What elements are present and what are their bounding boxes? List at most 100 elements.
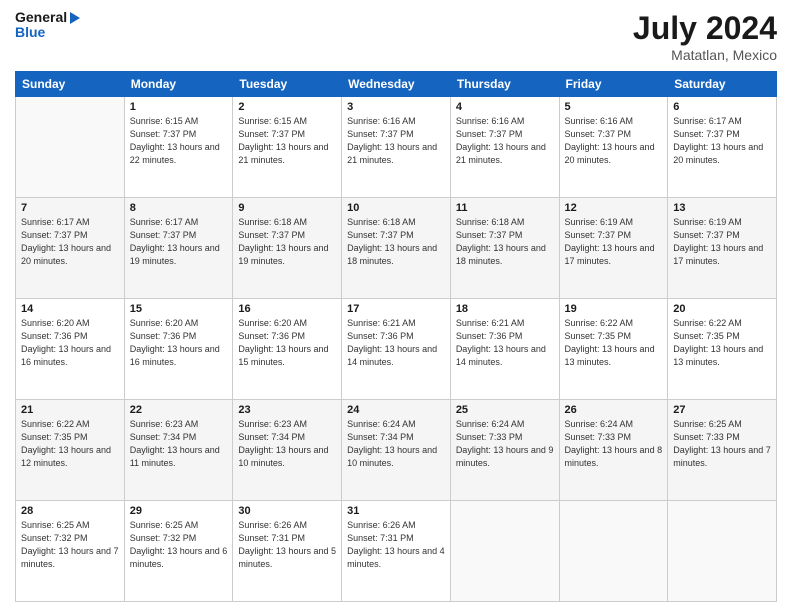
cell-info-line: Sunrise: 6:15 AM <box>238 115 336 128</box>
cell-info-line: Sunrise: 6:19 AM <box>673 216 771 229</box>
cell-info-line: Daylight: 13 hours and 22 minutes. <box>130 141 228 167</box>
day-number: 7 <box>21 202 119 214</box>
column-header-wednesday: Wednesday <box>342 72 451 97</box>
cell-info-line: Sunset: 7:37 PM <box>456 229 554 242</box>
header: General Blue July 2024 Matatlan, Mexico <box>15 10 777 63</box>
cell-info-line: Sunrise: 6:20 AM <box>238 317 336 330</box>
cell-info-line: Sunrise: 6:20 AM <box>130 317 228 330</box>
cell-info-line: Daylight: 13 hours and 20 minutes. <box>565 141 663 167</box>
cell-info-line: Sunrise: 6:23 AM <box>238 418 336 431</box>
calendar-cell: 9Sunrise: 6:18 AMSunset: 7:37 PMDaylight… <box>233 198 342 299</box>
calendar-cell: 8Sunrise: 6:17 AMSunset: 7:37 PMDaylight… <box>124 198 233 299</box>
cell-info-line: Daylight: 13 hours and 11 minutes. <box>130 444 228 470</box>
cell-info: Sunrise: 6:18 AMSunset: 7:37 PMDaylight:… <box>347 216 445 268</box>
cell-info-line: Sunset: 7:34 PM <box>130 431 228 444</box>
cell-info-line: Daylight: 13 hours and 20 minutes. <box>21 242 119 268</box>
cell-info-line: Daylight: 13 hours and 20 minutes. <box>673 141 771 167</box>
cell-info: Sunrise: 6:22 AMSunset: 7:35 PMDaylight:… <box>673 317 771 369</box>
cell-info-line: Sunset: 7:35 PM <box>673 330 771 343</box>
cell-info: Sunrise: 6:20 AMSunset: 7:36 PMDaylight:… <box>238 317 336 369</box>
day-number: 4 <box>456 101 554 113</box>
day-number: 8 <box>130 202 228 214</box>
cell-info-line: Sunrise: 6:21 AM <box>456 317 554 330</box>
day-number: 14 <box>21 303 119 315</box>
cell-info-line: Sunset: 7:37 PM <box>130 128 228 141</box>
sub-title: Matatlan, Mexico <box>633 47 777 63</box>
cell-info-line: Sunrise: 6:16 AM <box>565 115 663 128</box>
cell-info-line: Daylight: 13 hours and 10 minutes. <box>238 444 336 470</box>
cell-info-line: Daylight: 13 hours and 17 minutes. <box>565 242 663 268</box>
cell-info-line: Sunset: 7:31 PM <box>238 532 336 545</box>
calendar-week-row: 1Sunrise: 6:15 AMSunset: 7:37 PMDaylight… <box>16 97 777 198</box>
cell-info-line: Sunrise: 6:17 AM <box>21 216 119 229</box>
cell-info: Sunrise: 6:26 AMSunset: 7:31 PMDaylight:… <box>347 519 445 571</box>
cell-info-line: Sunset: 7:32 PM <box>130 532 228 545</box>
cell-info-line: Sunrise: 6:22 AM <box>565 317 663 330</box>
cell-info-line: Sunset: 7:37 PM <box>347 128 445 141</box>
cell-info-line: Sunset: 7:34 PM <box>347 431 445 444</box>
day-number: 24 <box>347 404 445 416</box>
cell-info-line: Sunrise: 6:17 AM <box>130 216 228 229</box>
calendar-cell: 20Sunrise: 6:22 AMSunset: 7:35 PMDayligh… <box>668 299 777 400</box>
cell-info-line: Daylight: 13 hours and 10 minutes. <box>347 444 445 470</box>
day-number: 3 <box>347 101 445 113</box>
cell-info-line: Sunrise: 6:25 AM <box>130 519 228 532</box>
calendar-cell: 17Sunrise: 6:21 AMSunset: 7:36 PMDayligh… <box>342 299 451 400</box>
calendar-cell: 29Sunrise: 6:25 AMSunset: 7:32 PMDayligh… <box>124 501 233 602</box>
cell-info: Sunrise: 6:20 AMSunset: 7:36 PMDaylight:… <box>130 317 228 369</box>
calendar-cell: 11Sunrise: 6:18 AMSunset: 7:37 PMDayligh… <box>450 198 559 299</box>
day-number: 18 <box>456 303 554 315</box>
calendar-cell: 4 Sunrise: 6:16 AMSunset: 7:37 PMDaylight… <box>450 97 559 198</box>
calendar-cell: 7 Sunrise: 6:17 AMSunset: 7:37 PMDaylight… <box>16 198 125 299</box>
cell-info: Sunrise: 6:15 AMSunset: 7:37 PMDaylight:… <box>130 115 228 167</box>
cell-info: Sunrise: 6:19 AMSunset: 7:37 PMDaylight:… <box>673 216 771 268</box>
calendar-week-row: 7Sunrise: 6:17 AMSunset: 7:37 PMDaylight… <box>16 198 777 299</box>
day-number: 26 <box>565 404 663 416</box>
page: General Blue July 2024 Matatlan, Mexico … <box>0 0 792 612</box>
cell-info-line: Sunrise: 6:22 AM <box>673 317 771 330</box>
column-header-friday: Friday <box>559 72 668 97</box>
cell-info-line: Daylight: 13 hours and 12 minutes. <box>21 444 119 470</box>
cell-info-line: Daylight: 13 hours and 14 minutes. <box>347 343 445 369</box>
logo-text: General Blue <box>15 10 80 41</box>
day-number: 31 <box>347 505 445 517</box>
cell-info-line: Daylight: 13 hours and 19 minutes. <box>238 242 336 268</box>
cell-info-line: Sunrise: 6:20 AM <box>21 317 119 330</box>
cell-info: Sunrise: 6:16 AMSunset: 7:37 PMDaylight:… <box>565 115 663 167</box>
calendar-cell: 26Sunrise: 6:24 AMSunset: 7:33 PMDayligh… <box>559 400 668 501</box>
cell-info: Sunrise: 6:16 AMSunset: 7:37 PMDaylight:… <box>456 115 554 167</box>
cell-info-line: Sunset: 7:37 PM <box>673 229 771 242</box>
cell-info-line: Sunrise: 6:24 AM <box>347 418 445 431</box>
calendar-cell: 18Sunrise: 6:21 AMSunset: 7:36 PMDayligh… <box>450 299 559 400</box>
calendar-cell <box>450 501 559 602</box>
cell-info-line: Sunrise: 6:23 AM <box>130 418 228 431</box>
cell-info: Sunrise: 6:17 AMSunset: 7:37 PMDaylight:… <box>21 216 119 268</box>
cell-info-line: Sunrise: 6:19 AM <box>565 216 663 229</box>
cell-info-line: Sunset: 7:33 PM <box>565 431 663 444</box>
cell-info-line: Sunset: 7:37 PM <box>456 128 554 141</box>
cell-info-line: Daylight: 13 hours and 13 minutes. <box>673 343 771 369</box>
calendar-cell: 3Sunrise: 6:16 AMSunset: 7:37 PMDaylight… <box>342 97 451 198</box>
calendar-cell: 22Sunrise: 6:23 AMSunset: 7:34 PMDayligh… <box>124 400 233 501</box>
cell-info: Sunrise: 6:25 AMSunset: 7:32 PMDaylight:… <box>21 519 119 571</box>
day-number: 30 <box>238 505 336 517</box>
day-number: 9 <box>238 202 336 214</box>
day-number: 1 <box>130 101 228 113</box>
cell-info-line: Daylight: 13 hours and 13 minutes. <box>565 343 663 369</box>
day-number: 12 <box>565 202 663 214</box>
cell-info-line: Daylight: 13 hours and 4 minutes. <box>347 545 445 571</box>
calendar-cell: 30Sunrise: 6:26 AMSunset: 7:31 PMDayligh… <box>233 501 342 602</box>
day-number: 11 <box>456 202 554 214</box>
cell-info-line: Sunset: 7:36 PM <box>21 330 119 343</box>
day-number: 25 <box>456 404 554 416</box>
day-number: 17 <box>347 303 445 315</box>
cell-info-line: Daylight: 13 hours and 9 minutes. <box>456 444 554 470</box>
cell-info-line: Sunrise: 6:18 AM <box>238 216 336 229</box>
cell-info: Sunrise: 6:25 AMSunset: 7:33 PMDaylight:… <box>673 418 771 470</box>
calendar-cell: 25Sunrise: 6:24 AMSunset: 7:33 PMDayligh… <box>450 400 559 501</box>
calendar-week-row: 28Sunrise: 6:25 AMSunset: 7:32 PMDayligh… <box>16 501 777 602</box>
calendar-cell: 21Sunrise: 6:22 AMSunset: 7:35 PMDayligh… <box>16 400 125 501</box>
cell-info-line: Daylight: 13 hours and 15 minutes. <box>238 343 336 369</box>
calendar-week-row: 14Sunrise: 6:20 AMSunset: 7:36 PMDayligh… <box>16 299 777 400</box>
cell-info-line: Sunrise: 6:24 AM <box>456 418 554 431</box>
